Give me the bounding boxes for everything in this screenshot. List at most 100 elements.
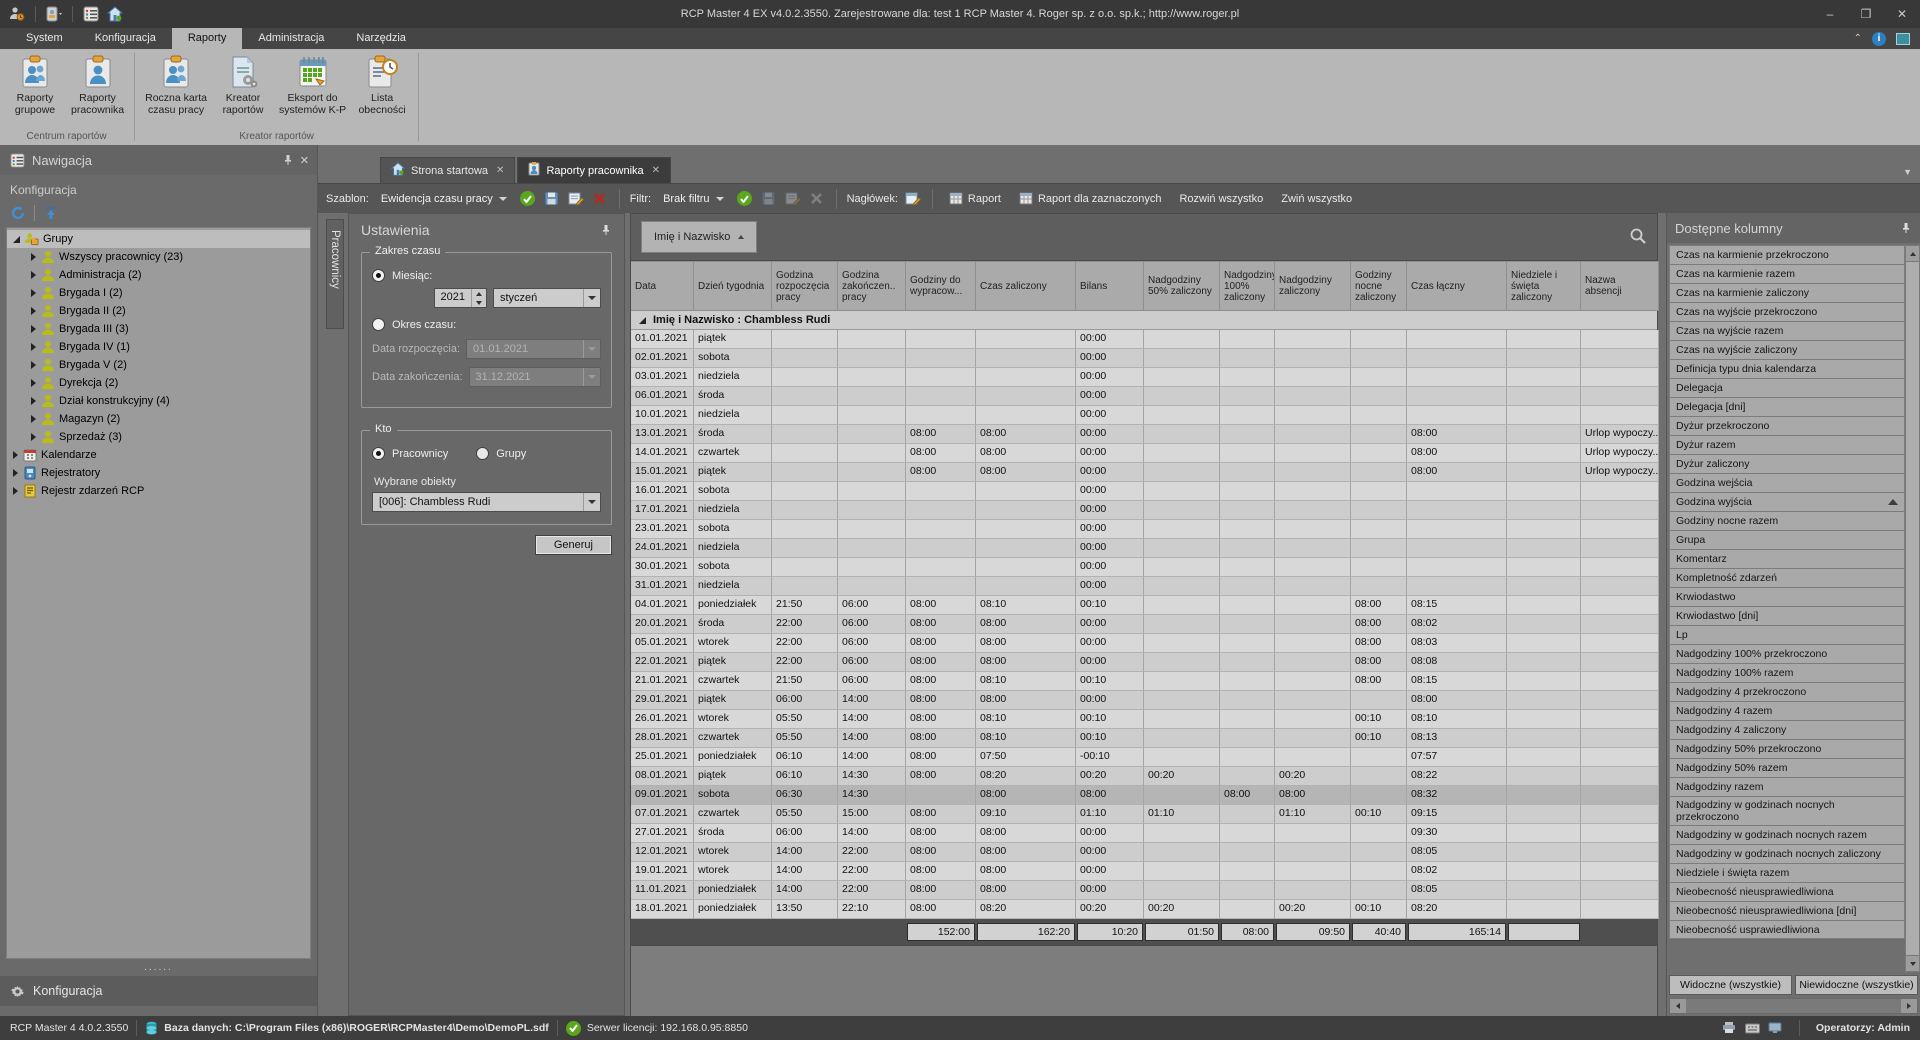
info-icon[interactable]: i [1872,32,1886,46]
table-row[interactable]: 11.01.2021poniedziałek14:0022:0008:0008:… [631,881,1657,900]
groups-radio[interactable] [476,447,489,460]
table-cell[interactable] [1507,444,1581,463]
table-cell[interactable]: 05.01.2021 [631,634,694,653]
badge-dropdown-icon[interactable] [45,5,63,23]
column-item[interactable]: Krwiodastwo [1669,587,1905,606]
table-cell[interactable]: 11.01.2021 [631,881,694,900]
expand-all-button[interactable]: Rozwiń wszystko [1173,190,1269,208]
scroll-right-icon[interactable] [1901,999,1917,1013]
table-cell[interactable] [1220,615,1275,634]
ribbon-button-lista-obecnoci[interactable]: Listaobecności [351,52,413,129]
table-cell[interactable] [1220,406,1275,425]
table-cell[interactable]: 01:10 [1275,805,1351,824]
table-cell[interactable] [1507,672,1581,691]
table-cell[interactable] [1507,368,1581,387]
table-cell[interactable] [772,349,838,368]
table-cell[interactable]: niedziela [694,501,772,520]
table-cell[interactable]: 00:00 [1076,425,1144,444]
table-cell[interactable] [906,501,976,520]
table-cell[interactable] [838,577,906,596]
table-cell[interactable]: 09:10 [976,805,1076,824]
month-radio[interactable] [372,269,385,282]
table-cell[interactable] [1407,539,1507,558]
table-cell[interactable]: sobota [694,558,772,577]
table-cell[interactable]: 15:00 [838,805,906,824]
column-item[interactable]: Nadgodziny 50% razem [1669,758,1905,777]
tree-item-wszyscy-pracownicy-23-[interactable]: Wszyscy pracownicy (23) [7,248,310,266]
tree-collapsed-icon[interactable] [13,487,18,495]
table-cell[interactable] [1144,824,1220,843]
table-cell[interactable]: 14:30 [838,786,906,805]
table-cell[interactable] [1275,520,1351,539]
menu-tab-administracja[interactable]: Administracja [242,28,340,49]
table-cell[interactable]: 08:00 [906,710,976,729]
table-cell[interactable] [1275,349,1351,368]
table-row[interactable]: 17.01.2021niedziela00:00 [631,501,1657,520]
table-cell[interactable] [976,368,1076,387]
table-cell[interactable]: niedziela [694,577,772,596]
table-row[interactable]: 25.01.2021poniedziałek06:1014:0008:0007:… [631,748,1657,767]
search-icon[interactable] [1629,227,1647,248]
table-cell[interactable] [1275,501,1351,520]
table-cell[interactable] [1220,368,1275,387]
table-cell[interactable] [1275,330,1351,349]
table-cell[interactable]: 14:00 [772,862,838,881]
table-cell[interactable]: 00:00 [1076,843,1144,862]
table-cell[interactable] [1351,349,1407,368]
table-cell[interactable]: 08:02 [1407,862,1507,881]
table-cell[interactable] [1407,520,1507,539]
tree-collapsed-icon[interactable] [31,289,36,297]
table-cell[interactable] [1275,425,1351,444]
table-cell[interactable]: 08:10 [976,596,1076,615]
table-cell[interactable] [1581,482,1659,501]
table-cell[interactable]: 31.01.2021 [631,577,694,596]
table-cell[interactable] [1144,520,1220,539]
table-row[interactable]: 27.01.2021środa06:0014:0008:0008:0000:00… [631,824,1657,843]
filter-dropdown[interactable]: Brak filtru [657,191,729,207]
column-item[interactable]: Czas na karmienie razem [1669,264,1905,283]
table-cell[interactable] [772,463,838,482]
chevron-down-icon[interactable] [583,493,600,511]
grid-header-cell[interactable]: Godzina rozpoczęcia pracy [772,261,838,311]
table-cell[interactable]: 00:20 [1275,900,1351,919]
table-cell[interactable] [1144,330,1220,349]
table-cell[interactable]: Urlop wypoczy... [1581,425,1659,444]
table-cell[interactable]: 14:00 [772,881,838,900]
menu-tab-system[interactable]: System [10,28,79,49]
table-cell[interactable] [838,463,906,482]
table-cell[interactable]: 00:10 [1076,596,1144,615]
table-cell[interactable] [1220,539,1275,558]
table-cell[interactable] [1220,824,1275,843]
column-item[interactable]: Nieobecność nieusprawiedliwiona [dni] [1669,901,1905,920]
column-item[interactable]: Definicja typu dnia kalendarza [1669,359,1905,378]
table-cell[interactable]: 07:57 [1407,748,1507,767]
table-cell[interactable] [1507,330,1581,349]
hidden-all-button[interactable]: Niewidoczne (wszystkie) [1795,975,1918,995]
table-row[interactable]: 31.01.2021niedziela00:00 [631,577,1657,596]
group-expanded-icon[interactable] [639,317,646,324]
table-row[interactable]: 07.01.2021czwartek05:5015:0008:0009:1001… [631,805,1657,824]
table-cell[interactable] [1351,691,1407,710]
table-row[interactable]: 18.01.2021poniedziałek13:5022:1008:0008:… [631,900,1657,919]
table-cell[interactable]: 09:15 [1407,805,1507,824]
column-item[interactable]: Nadgodziny 100% razem [1669,663,1905,682]
table-row[interactable]: 20.01.2021środa22:0006:0008:0008:0000:00… [631,615,1657,634]
table-row[interactable]: 28.01.2021czwartek05:5014:0008:0008:1000… [631,729,1657,748]
table-cell[interactable]: 08:10 [1407,710,1507,729]
table-cell[interactable]: 08:20 [1407,900,1507,919]
table-cell[interactable] [1351,577,1407,596]
user-clock-icon[interactable] [8,5,26,23]
ribbon-button-eksportdo-systemwk-p[interactable]: Eksport dosystemów K-P [274,52,351,129]
column-item[interactable]: Czas na wyjście razem [1669,321,1905,340]
table-cell[interactable]: środa [694,615,772,634]
table-cell[interactable] [1144,634,1220,653]
table-cell[interactable]: piątek [694,691,772,710]
printer-icon[interactable] [1722,1022,1737,1035]
tree-expanded-icon[interactable] [13,236,20,243]
table-cell[interactable]: 22:10 [838,900,906,919]
table-cell[interactable] [976,387,1076,406]
tab-strona-startowa[interactable]: Strona startowa✕ [380,157,515,183]
table-cell[interactable]: 00:00 [1076,482,1144,501]
tab-close-icon[interactable]: ✕ [652,165,660,176]
column-item[interactable]: Lp [1669,625,1905,644]
